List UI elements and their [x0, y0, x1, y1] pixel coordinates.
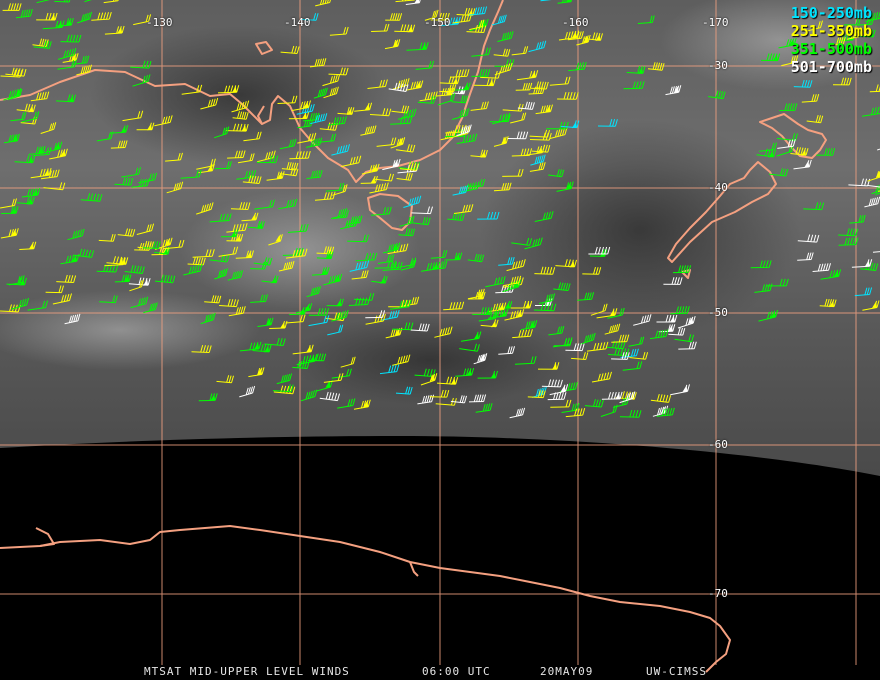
lat-label-60: -60 — [708, 438, 728, 451]
lon-label-130: -130 — [146, 16, 173, 29]
footer-date: 20MAY09 — [540, 665, 594, 678]
lat-label-30: -30 — [708, 59, 728, 72]
footer-time: 06:00 UTC — [422, 665, 491, 678]
pressure-legend: 150-250mb 251-350mb 351-500mb 501-700mb — [791, 4, 872, 76]
legend-item-150-250mb: 150-250mb — [790, 4, 872, 22]
lon-label-150: -150 — [424, 16, 451, 29]
lat-label-50: -50 — [708, 306, 728, 319]
satellite-wind-map: -130 -140 -150 -160 -170 -30 -40 -50 -60… — [0, 0, 880, 680]
legend-item-501-700mb: 501-700mb — [790, 58, 872, 76]
lat-label-40: -40 — [708, 181, 728, 194]
legend-item-351-500mb: 351-500mb — [790, 40, 872, 58]
wind-barbs-layer — [0, 0, 880, 419]
footer-product: MTSAT MID-UPPER LEVEL WINDS — [144, 665, 350, 678]
lat-label-70: -70 — [708, 587, 728, 600]
lon-label-140: -140 — [284, 16, 311, 29]
lon-label-170: -170 — [702, 16, 729, 29]
lon-label-160: -160 — [562, 16, 589, 29]
legend-item-251-350mb: 251-350mb — [790, 22, 872, 40]
footer-source: UW-CIMSS — [646, 665, 707, 678]
